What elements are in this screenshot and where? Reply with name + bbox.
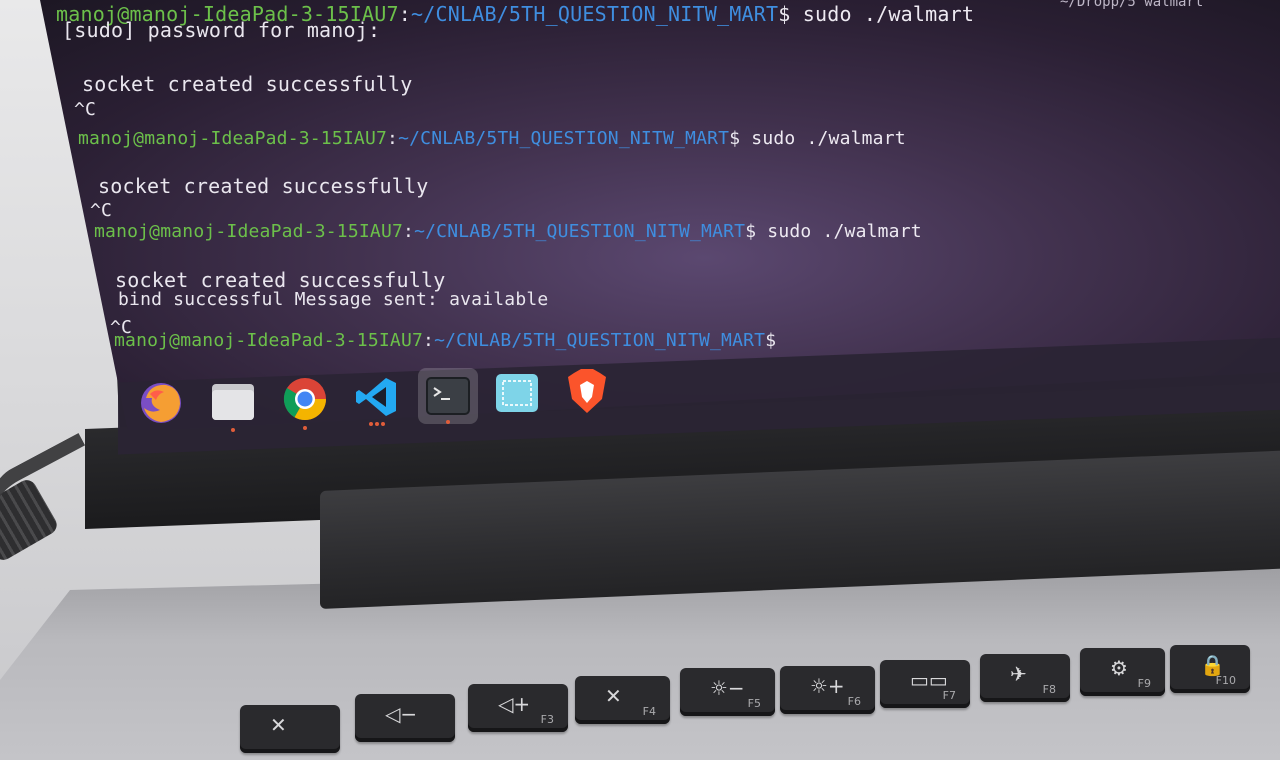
function-key-icon: ◁+ — [498, 692, 531, 716]
dock-vscode[interactable] — [350, 370, 404, 426]
interrupt-line: ^C — [74, 99, 97, 120]
function-key[interactable]: ◁− — [355, 694, 455, 742]
function-key-icon: ⚙ — [1110, 656, 1128, 680]
running-indicator — [303, 426, 307, 430]
brave-icon — [568, 369, 606, 413]
dock-brave[interactable] — [560, 364, 614, 418]
function-key-icon: ◁− — [385, 702, 418, 726]
function-key[interactable]: 🔒 F10 — [1170, 645, 1250, 693]
terminal-prompt-line: manoj@manoj-IdeaPad-3-15IAU7:~/CNLAB/5TH… — [114, 330, 777, 351]
running-indicator — [381, 422, 385, 426]
running-indicator — [375, 422, 379, 426]
files-icon — [212, 384, 254, 420]
terminal-output-line: bind successful Message sent: available — [118, 289, 549, 310]
function-key[interactable]: ☼− F5 — [680, 668, 775, 716]
function-key-icon: ✕ — [605, 684, 622, 708]
vscode-icon — [356, 378, 396, 416]
dock-terminal[interactable] — [418, 368, 478, 424]
function-key-icon: ✈ — [1010, 662, 1027, 686]
running-indicator — [231, 428, 235, 432]
function-key-label: F8 — [1042, 683, 1056, 696]
function-key-icon: ☼− — [710, 676, 745, 700]
terminal-output-line: socket created successfully — [82, 72, 413, 96]
function-key-label: F5 — [747, 697, 761, 710]
function-key[interactable]: ✕ — [240, 705, 340, 753]
function-key-label: F10 — [1215, 674, 1236, 687]
interrupt-line: ^C — [90, 200, 113, 221]
function-key[interactable]: ⚙ F9 — [1080, 648, 1165, 696]
running-indicator — [446, 420, 450, 424]
running-indicator — [369, 422, 373, 426]
function-key[interactable]: ☼+ F6 — [780, 666, 875, 714]
terminal-prompt-line: manoj@manoj-IdeaPad-3-15IAU7:~/CNLAB/5TH… — [78, 128, 906, 149]
function-key-icon: ☼+ — [810, 674, 845, 698]
terminal-prompt-line: manoj@manoj-IdeaPad-3-15IAU7:~/CNLAB/5TH… — [94, 221, 922, 242]
sudo-prompt: [sudo] password for manoj: — [62, 18, 381, 42]
dock-files[interactable] — [206, 374, 260, 432]
function-key[interactable]: ▭▭ F7 — [880, 660, 970, 708]
function-key-label: F4 — [642, 705, 656, 718]
chrome-icon — [283, 378, 326, 421]
terminal-output-line: socket created successfully — [98, 174, 429, 198]
dock-firefox[interactable] — [134, 376, 188, 430]
terminal-icon — [426, 377, 470, 415]
function-key[interactable]: ◁+ F3 — [468, 684, 568, 732]
function-key[interactable]: ✈ F8 — [980, 654, 1070, 702]
function-key-label: F9 — [1137, 677, 1151, 690]
dock-screenshot[interactable] — [490, 366, 544, 420]
function-key-icon: ✕ — [270, 713, 287, 737]
dock-chrome[interactable] — [278, 372, 332, 430]
firefox-icon — [141, 383, 181, 423]
function-key[interactable]: ✕ F4 — [575, 676, 670, 724]
top-right-fragment: ~/Dropp/5 walmart — [1060, 0, 1204, 10]
screenshot-icon — [496, 374, 538, 412]
function-key-label: F7 — [942, 689, 956, 702]
function-key-label: F6 — [847, 695, 861, 708]
